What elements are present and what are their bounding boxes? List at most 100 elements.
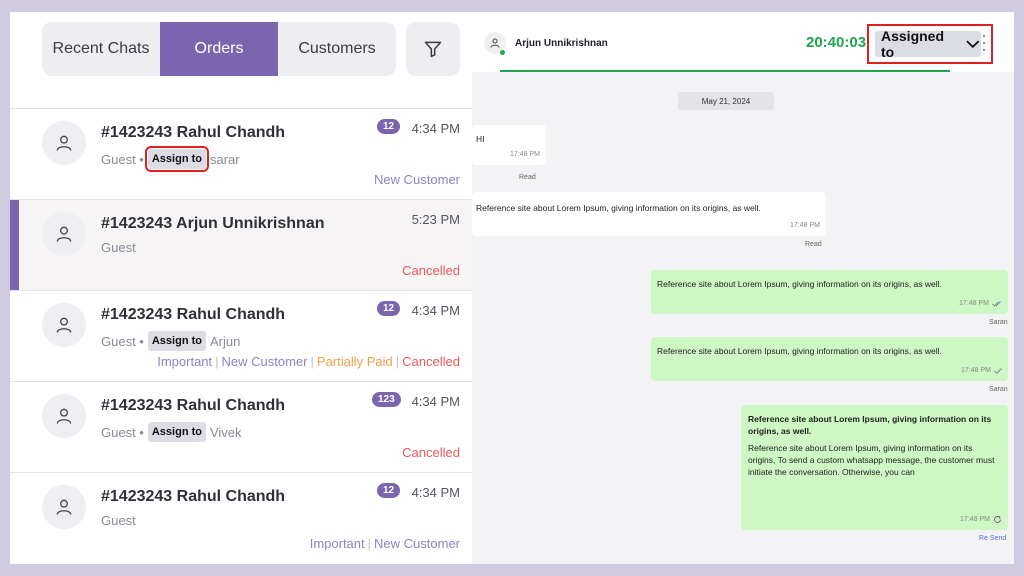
user-icon: [56, 408, 72, 424]
customer-type: Guest •: [101, 424, 144, 440]
tab-orders[interactable]: Orders: [160, 22, 278, 76]
tag-cancelled: Cancelled: [402, 263, 460, 278]
chat-time: 4:34 PM: [411, 394, 460, 409]
customer-type: Guest: [101, 240, 136, 255]
chat-title: #1423243 Rahul Chandh: [101, 488, 286, 505]
chat-time: 4:34 PM: [411, 485, 460, 500]
header-progress-line: [500, 70, 950, 72]
tag-new-customer: New Customer: [374, 172, 460, 187]
assign-to-button[interactable]: Assign to: [144, 146, 209, 172]
chat-tags: Important | New Customer: [309, 536, 460, 551]
unread-count-badge: 12: [377, 301, 401, 316]
message-incoming: HI 17:48 PM: [472, 125, 546, 165]
assign-to-button[interactable]: Assign to: [147, 422, 206, 442]
user-icon: [490, 38, 500, 48]
message-sender: Saran: [989, 319, 1008, 326]
tab-recent-chats[interactable]: Recent Chats: [42, 22, 160, 76]
message-outgoing: Reference site about Lorem Ipsum, giving…: [651, 337, 1008, 381]
chat-meta: Guest • Assign to Vivek: [101, 422, 242, 442]
avatar: [42, 485, 86, 529]
tag-partially-paid: Partially Paid: [316, 354, 393, 369]
message-time: 17:48 PM: [960, 515, 1002, 525]
tab-bar: Recent Chats Orders Customers: [42, 22, 396, 76]
avatar: [42, 394, 86, 438]
chat-item[interactable]: #1423243 Rahul Chandh Guest • Assign to …: [10, 381, 472, 472]
message-time: 17:48 PM: [510, 150, 540, 158]
message-status: Read: [519, 174, 536, 181]
user-icon: [56, 317, 72, 333]
message-body: Reference site about Lorem Ipsum, giving…: [748, 413, 1000, 479]
tag-important: Important: [309, 536, 365, 551]
message-outgoing: Reference site about Lorem Ipsum, giving…: [741, 405, 1008, 530]
chat-item[interactable]: #1423243 Rahul Chandh Guest • Assign to …: [10, 290, 472, 381]
chevron-down-icon: [966, 40, 980, 49]
assign-to-button[interactable]: Assign to: [147, 331, 206, 351]
unread-count-badge: 123: [372, 392, 401, 407]
chat-title: #1423243 Rahul Chandh: [101, 306, 286, 323]
check-icon: [994, 368, 1002, 374]
tag-new-customer: New Customer: [374, 536, 460, 551]
chat-list: #1423243 Rahul Chandh Guest • Assign to …: [10, 108, 472, 563]
filter-button[interactable]: [406, 22, 460, 76]
chat-item[interactable]: #1423243 Rahul Chandh Guest • Assign to …: [10, 108, 472, 199]
chat-tags: Cancelled: [402, 445, 460, 460]
message-text: Reference site about Lorem Ipsum, giving…: [657, 279, 942, 289]
message-text: Reference site about Lorem Ipsum, giving…: [476, 203, 761, 213]
chat-item[interactable]: #1423243 Rahul Chandh Guest 12 4:34 PM I…: [10, 472, 472, 563]
chat-time: 5:23 PM: [411, 212, 460, 227]
message-outgoing: Reference site about Lorem Ipsum, giving…: [651, 270, 1008, 314]
avatar: [42, 303, 86, 347]
unread-count-badge: 12: [377, 119, 401, 134]
tag-cancelled: Cancelled: [402, 354, 460, 369]
assigned-to-dropdown[interactable]: Assigned to: [875, 28, 981, 60]
conversation-header: Arjun Unnikrishnan 20:40:03 Assigned to: [472, 12, 1014, 72]
user-icon: [56, 135, 72, 151]
user-icon: [56, 499, 72, 515]
message-incoming: Reference site about Lorem Ipsum, giving…: [472, 192, 826, 236]
assignee-name: Vivek: [209, 424, 242, 440]
message-heading: Reference site about Lorem Ipsum, giving…: [748, 414, 992, 437]
chat-tags: New Customer: [374, 172, 460, 187]
chat-meta: Guest: [101, 240, 136, 255]
message-text: HI: [476, 134, 485, 144]
chat-title: #1423243 Rahul Chandh: [101, 124, 286, 141]
tag-cancelled: Cancelled: [402, 445, 460, 460]
check-icon: [992, 301, 1001, 307]
chat-meta: Guest • Assign to sarar: [101, 146, 240, 172]
resend-link[interactable]: Re Send: [979, 535, 1006, 542]
chat-meta: Guest: [101, 513, 136, 528]
message-text: Reference site about Lorem Ipsum, giving…: [748, 442, 995, 478]
assigned-to-label: Assigned to: [881, 28, 945, 60]
tag-important: Important: [157, 354, 213, 369]
tab-customers[interactable]: Customers: [278, 22, 396, 76]
conversation-panel: Arjun Unnikrishnan 20:40:03 Assigned to …: [472, 12, 1014, 564]
chat-title: #1423243 Arjun Unnikrishnan: [101, 215, 325, 232]
tag-new-customer: New Customer: [221, 354, 308, 369]
contact-name: Arjun Unnikrishnan: [515, 38, 608, 49]
chat-title: #1423243 Rahul Chandh: [101, 397, 286, 414]
kebab-icon[interactable]: [982, 35, 986, 51]
message-text: Reference site about Lorem Ipsum, giving…: [657, 346, 942, 356]
chat-item-selected[interactable]: #1423243 Arjun Unnikrishnan Guest 5:23 P…: [10, 199, 472, 290]
avatar: [42, 121, 86, 165]
message-time: 17:48 PM: [959, 299, 1002, 309]
message-status: Read: [805, 241, 822, 248]
chat-time: 4:34 PM: [411, 121, 460, 136]
user-icon: [56, 226, 72, 242]
customer-type: Guest •: [101, 151, 144, 167]
chat-meta: Guest • Assign to Arjun: [101, 331, 240, 351]
customer-type: Guest: [101, 513, 136, 528]
message-time: 17:48 PM: [961, 366, 1002, 376]
chat-tags: Important | New Customer | Partially Paid | Ca…: [157, 354, 460, 369]
online-status-dot: [499, 49, 506, 56]
avatar: [42, 212, 86, 256]
refresh-icon: [994, 516, 1001, 524]
assignee-name: Arjun: [209, 333, 241, 349]
filter-icon: [424, 41, 442, 58]
message-sender: Saran: [989, 386, 1008, 393]
session-timer: 20:40:03: [806, 34, 867, 51]
assignee-name: sarar: [209, 151, 240, 167]
message-time: 17:48 PM: [790, 221, 820, 229]
unread-count-badge: 12: [377, 483, 401, 498]
chat-list-panel: Recent Chats Orders Customers #1423243 R…: [10, 12, 472, 564]
